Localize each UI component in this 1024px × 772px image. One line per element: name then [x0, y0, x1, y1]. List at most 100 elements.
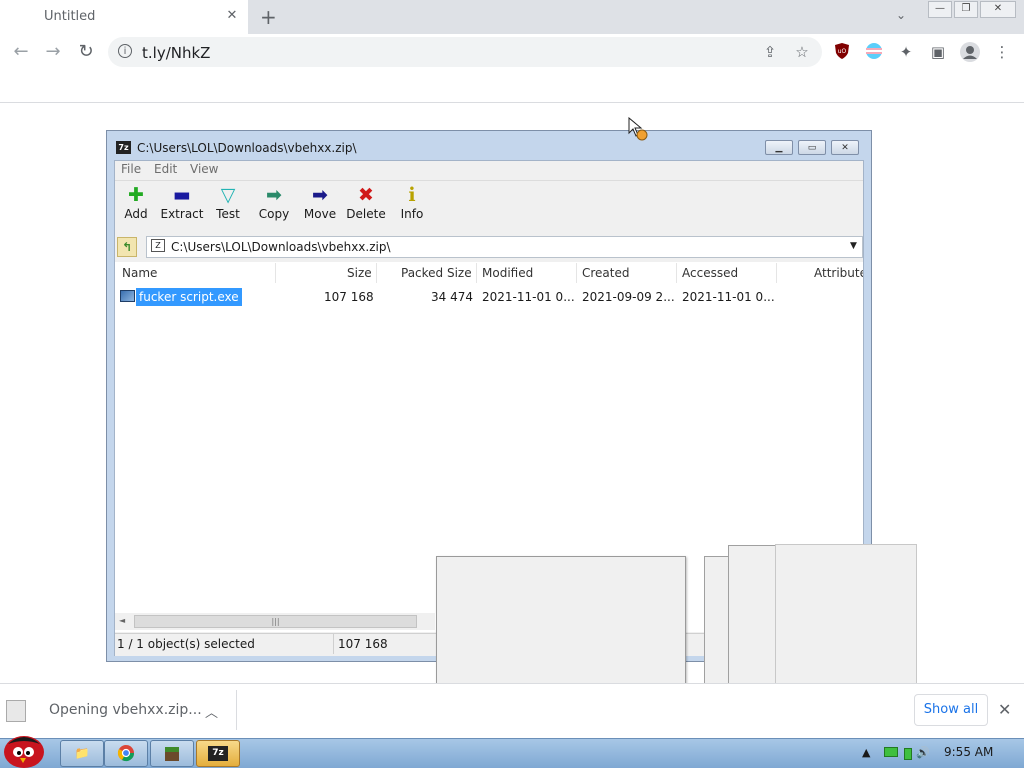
add-button[interactable]: ✚ Add: [114, 184, 158, 228]
path-text[interactable]: C:\Users\LOL\Downloads\vbehxx.zip\: [171, 240, 391, 254]
minimize-icon[interactable]: —: [928, 1, 952, 18]
svg-text:uO: uO: [838, 48, 847, 55]
download-file-icon: [6, 700, 26, 722]
move-icon: ➡: [312, 184, 328, 206]
sevenzip-app-icon: 7z: [116, 141, 131, 154]
status-size: 107 168: [338, 637, 388, 651]
file-size-cell: 107 168: [324, 290, 374, 304]
move-button[interactable]: ➡ Move: [298, 184, 342, 228]
share-icon[interactable]: ⇪: [760, 42, 780, 62]
scroll-left-icon[interactable]: ◄: [119, 616, 125, 625]
site-info-icon[interactable]: i: [118, 44, 132, 58]
copy-icon: ➡: [266, 184, 282, 206]
test-button[interactable]: ▽ Test: [206, 184, 250, 228]
forward-icon[interactable]: →: [41, 40, 65, 64]
page-divider: [0, 102, 1024, 103]
tray-expand-icon[interactable]: ▲: [862, 746, 870, 759]
add-label: Add: [124, 207, 148, 221]
tab-close-icon[interactable]: ✕: [224, 8, 240, 24]
zip-window-title: C:\Users\LOL\Downloads\vbehxx.zip\: [137, 141, 357, 155]
column-divider[interactable]: [676, 263, 677, 283]
menu-view[interactable]: View: [190, 162, 218, 176]
ublock-icon[interactable]: uO: [832, 42, 852, 62]
file-packed-cell: 34 474: [431, 290, 473, 304]
show-all-button[interactable]: Show all: [914, 694, 988, 726]
column-divider[interactable]: [576, 263, 577, 283]
column-divider[interactable]: [476, 263, 477, 283]
sidepanel-icon[interactable]: ▣: [928, 42, 948, 62]
chrome-taskbar-icon[interactable]: [104, 740, 148, 767]
menu-file[interactable]: File: [121, 162, 141, 176]
folder-up-icon[interactable]: ↰: [117, 237, 137, 257]
battery-icon[interactable]: [904, 748, 912, 760]
browser-tab[interactable]: [0, 0, 248, 34]
tab-title: Untitled: [44, 9, 96, 24]
column-packed-size[interactable]: Packed Size: [401, 266, 472, 280]
zip-close-icon[interactable]: ✕: [831, 140, 859, 155]
extract-icon: ▬: [173, 184, 191, 206]
copy-label: Copy: [258, 207, 290, 221]
file-modified-cell: 2021-11-01 0...: [482, 290, 575, 304]
status-selection: 1 / 1 object(s) selected: [117, 637, 255, 651]
file-created-cell: 2021-09-09 2...: [582, 290, 675, 304]
status-divider: [333, 634, 334, 654]
delete-label: Delete: [346, 207, 386, 221]
add-icon: ✚: [128, 184, 144, 206]
start-button[interactable]: [2, 730, 48, 768]
menu-icon[interactable]: ⋮: [992, 42, 1012, 62]
column-created[interactable]: Created: [582, 266, 630, 280]
column-divider[interactable]: [776, 263, 777, 283]
address-bar[interactable]: [108, 37, 822, 67]
column-accessed[interactable]: Accessed: [682, 266, 738, 280]
test-icon: ▽: [220, 184, 236, 206]
column-divider[interactable]: [376, 263, 377, 283]
column-size[interactable]: Size: [347, 266, 372, 280]
extract-button[interactable]: ▬ Extract: [160, 184, 204, 228]
menu-edit[interactable]: Edit: [154, 162, 177, 176]
star-icon[interactable]: ☆: [792, 42, 812, 62]
delete-button[interactable]: ✖ Delete: [344, 184, 388, 228]
copy-button[interactable]: ➡ Copy: [252, 184, 296, 228]
file-name-cell[interactable]: fucker script.exe: [136, 288, 242, 306]
download-item-text[interactable]: Opening vbehxx.zip...: [49, 702, 202, 718]
volume-icon[interactable]: 🔊: [916, 746, 930, 759]
column-name[interactable]: Name: [122, 266, 157, 280]
explorer-taskbar-icon[interactable]: 📁: [60, 740, 104, 767]
taskbar-clock[interactable]: 9:55 AM: [944, 745, 993, 759]
extension-flag-icon[interactable]: [864, 42, 884, 62]
path-dropdown-icon[interactable]: ▼: [850, 241, 857, 251]
info-button[interactable]: i Info: [390, 184, 434, 228]
shelf-close-icon[interactable]: ✕: [998, 700, 1011, 719]
new-tab-button[interactable]: +: [260, 7, 277, 27]
network-icon[interactable]: [884, 747, 898, 757]
move-label: Move: [303, 207, 337, 221]
download-divider: [236, 690, 237, 730]
minecraft-taskbar-icon[interactable]: [150, 740, 194, 767]
zip-menubar: [115, 161, 863, 179]
info-icon: i: [408, 184, 416, 206]
chevron-up-icon[interactable]: ︿: [205, 702, 218, 721]
zip-maximize-icon[interactable]: ▭: [798, 140, 826, 155]
column-attributes[interactable]: Attributes: [814, 266, 863, 280]
scroll-thumb[interactable]: |||: [134, 615, 417, 628]
tab-search-icon[interactable]: ⌄: [896, 8, 906, 22]
test-label: Test: [216, 207, 240, 221]
zip-minimize-icon[interactable]: ▁: [765, 140, 793, 155]
column-divider[interactable]: [275, 263, 276, 283]
file-accessed-cell: 2021-11-01 0...: [682, 290, 775, 304]
delete-icon: ✖: [358, 184, 374, 206]
exe-file-icon: [120, 290, 135, 302]
restore-icon[interactable]: ❐: [954, 1, 978, 18]
column-modified[interactable]: Modified: [482, 266, 533, 280]
sevenzip-taskbar-button[interactable]: 7z: [196, 740, 240, 767]
extract-label: Extract: [160, 207, 204, 221]
profile-icon[interactable]: [960, 42, 980, 62]
puzzle-icon[interactable]: ✦: [896, 42, 916, 62]
window-close-icon[interactable]: ✕: [980, 1, 1016, 18]
sevenzip-taskbar-icon: 7z: [208, 746, 228, 761]
archive-icon: Z: [151, 239, 165, 252]
reload-icon[interactable]: ↻: [74, 40, 98, 64]
busy-cursor-icon: [628, 116, 648, 141]
back-icon[interactable]: ←: [9, 40, 33, 64]
url-text[interactable]: t.ly/NhkZ: [142, 44, 210, 62]
